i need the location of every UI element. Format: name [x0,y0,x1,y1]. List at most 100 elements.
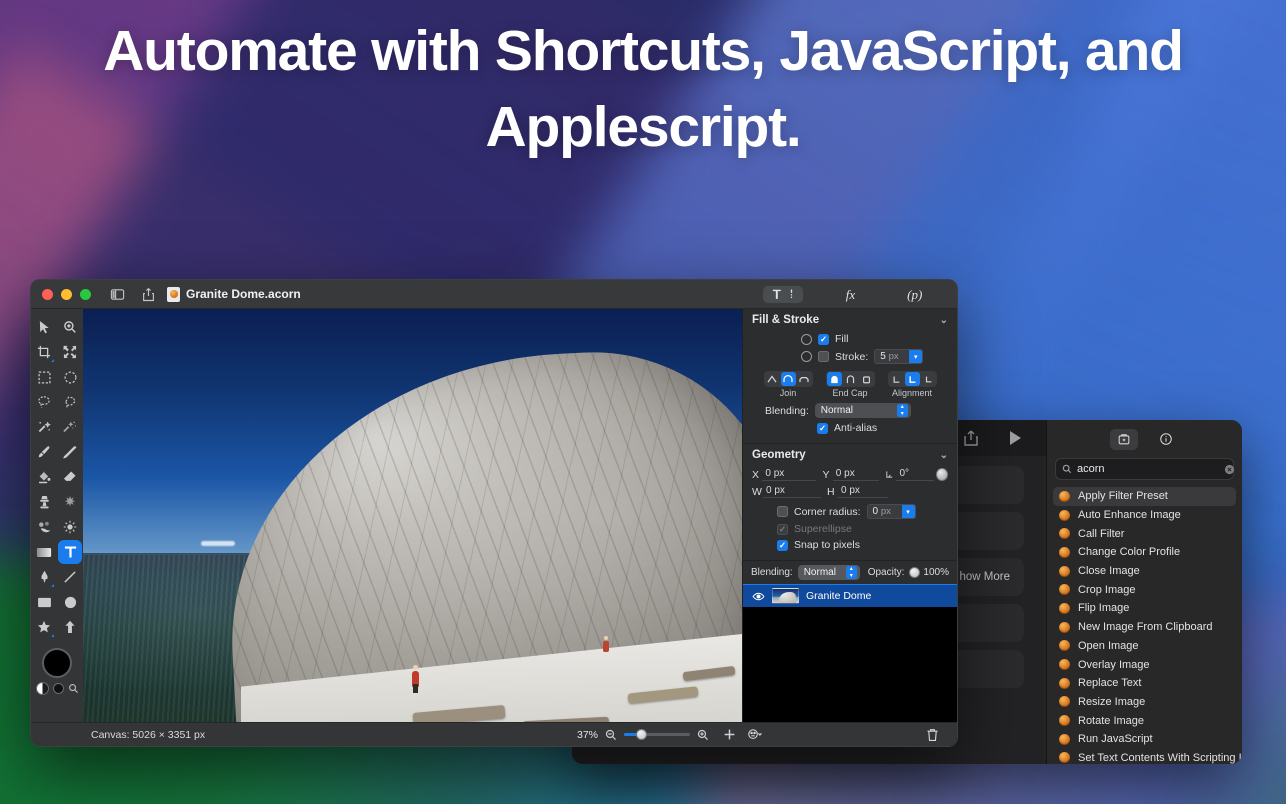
polygon-lasso-tool[interactable] [58,390,82,414]
action-list-item[interactable]: Apply Filter Preset [1053,487,1236,506]
rotation-knob[interactable] [935,468,949,481]
corner-radius-dropdown-arrow[interactable]: ▾ [901,505,915,518]
layer-options-icon[interactable] [747,728,763,741]
rectangle-tool[interactable] [32,590,56,614]
arrow-shape-tool[interactable] [58,615,82,639]
opacity-slider[interactable] [909,566,921,579]
cap-butt[interactable] [859,372,874,386]
stroke-radio[interactable] [801,351,812,362]
fs-blending-popup[interactable]: Normal ▴ ▾ [814,403,911,418]
action-list-item[interactable]: Auto Enhance Image [1053,506,1236,525]
rotation-field[interactable]: 0° [896,468,934,481]
add-layer-icon[interactable] [723,728,736,741]
tab-fx-filters[interactable]: fx [837,285,864,305]
swap-colors-icon[interactable] [35,682,49,695]
zoom-window-button[interactable] [80,288,91,300]
action-list-item[interactable]: Rotate Image [1053,711,1236,730]
transform-tool[interactable] [58,340,82,364]
w-field[interactable]: 0 px [763,485,821,498]
tab-text-options[interactable] [762,286,803,303]
join-bevel[interactable] [797,372,812,386]
align-center[interactable] [904,372,920,386]
search-field[interactable] [1055,458,1235,480]
snap-to-pixels-checkbox[interactable]: ✓ [777,539,788,551]
layer-blending-popup[interactable]: Normal ▴ ▾ [797,565,860,580]
magic-wand-tool[interactable] [32,415,56,439]
trash-icon[interactable] [926,728,939,742]
eraser-tool[interactable] [58,465,82,489]
ellipse-tool[interactable] [58,590,82,614]
reset-colors-icon[interactable] [52,683,64,694]
stroke-width-stepper[interactable]: 5 px ▾ [874,349,924,364]
action-list-item[interactable]: New Image From Clipboard [1053,618,1236,637]
tab-presets[interactable]: (p) [898,285,931,305]
crop-tool[interactable] [32,340,56,364]
corner-radius-stepper[interactable]: 0 px ▾ [866,504,916,519]
action-list-item[interactable]: Run JavaScript [1053,730,1236,749]
action-list-item[interactable]: Close Image [1053,562,1236,581]
fill-stroke-header[interactable]: Fill & Stroke ⌄ [743,309,957,331]
action-list-item[interactable]: Open Image [1053,637,1236,656]
action-list-item[interactable]: Crop Image [1053,580,1236,599]
align-outside[interactable] [921,372,936,386]
instant-alpha-tool[interactable] [58,415,82,439]
layer-visibility-icon[interactable] [752,592,765,601]
bezier-pen-tool[interactable] [32,565,56,589]
foreground-color-swatch[interactable] [42,648,72,678]
chevron-down-icon[interactable]: ⌄ [940,315,948,326]
ellipse-select-tool[interactable] [58,365,82,389]
canvas-area[interactable] [83,309,742,746]
paint-bucket-tool[interactable] [32,465,56,489]
cap-round[interactable] [826,372,842,386]
action-list-item[interactable]: Call Filter [1053,524,1236,543]
action-list-item[interactable]: Overlay Image [1053,655,1236,674]
burn-tool[interactable] [58,515,82,539]
geometry-header[interactable]: Geometry ⌄ [743,444,957,466]
fill-checkbox[interactable]: ✓ [818,333,829,345]
action-list[interactable]: Apply Filter Preset Auto Enhance Image Cal… [1047,487,1242,764]
smudge-tool[interactable] [58,490,82,514]
dodge-tool[interactable] [32,515,56,539]
paintbrush-tool[interactable] [32,440,56,464]
y-field[interactable]: 0 px [832,468,880,481]
action-list-item[interactable]: Change Color Profile [1053,543,1236,562]
share-icon[interactable] [962,429,980,447]
action-list-item[interactable]: Flip Image [1053,599,1236,618]
clear-icon[interactable] [1224,464,1235,475]
action-library-icon[interactable] [1109,428,1138,450]
h-field[interactable]: 0 px [838,485,888,498]
fill-radio[interactable] [801,333,812,345]
antialias-checkbox[interactable]: ✓ [817,422,828,434]
close-window-button[interactable] [42,288,53,300]
zoom-tool[interactable] [58,315,82,339]
search-input[interactable] [1077,463,1219,475]
zoom-slider[interactable] [624,729,691,741]
clone-stamp-tool[interactable] [32,490,56,514]
x-field[interactable]: 0 px [762,468,817,481]
move-tool[interactable] [32,315,56,339]
color-picker-icon[interactable] [68,683,79,694]
play-run-icon[interactable] [1006,429,1024,447]
join-round[interactable] [780,372,796,386]
star-tool[interactable] [32,615,56,639]
corner-radius-checkbox[interactable] [777,506,788,517]
layer-row[interactable]: Granite Dome [743,584,957,607]
info-icon[interactable] [1152,429,1180,450]
stroke-checkbox[interactable] [818,351,829,362]
minimize-window-button[interactable] [61,288,72,300]
action-list-item[interactable]: Replace Text [1053,674,1236,693]
rect-select-tool[interactable] [32,365,56,389]
action-list-item[interactable]: Resize Image [1053,693,1236,712]
share-icon[interactable] [141,287,156,302]
cap-square[interactable] [843,372,858,386]
stroke-width-dropdown-arrow[interactable]: ▾ [909,350,923,363]
text-tool[interactable] [58,540,82,564]
action-list-item[interactable]: Set Text Contents With Scripting ID [1053,749,1242,764]
join-miter[interactable] [765,372,780,386]
zoom-out-icon[interactable] [605,729,617,741]
line-tool[interactable] [58,565,82,589]
align-inside[interactable] [889,372,904,386]
chevron-down-icon[interactable]: ⌄ [940,450,948,461]
gradient-tool[interactable] [32,540,56,564]
pencil-tool[interactable] [58,440,82,464]
